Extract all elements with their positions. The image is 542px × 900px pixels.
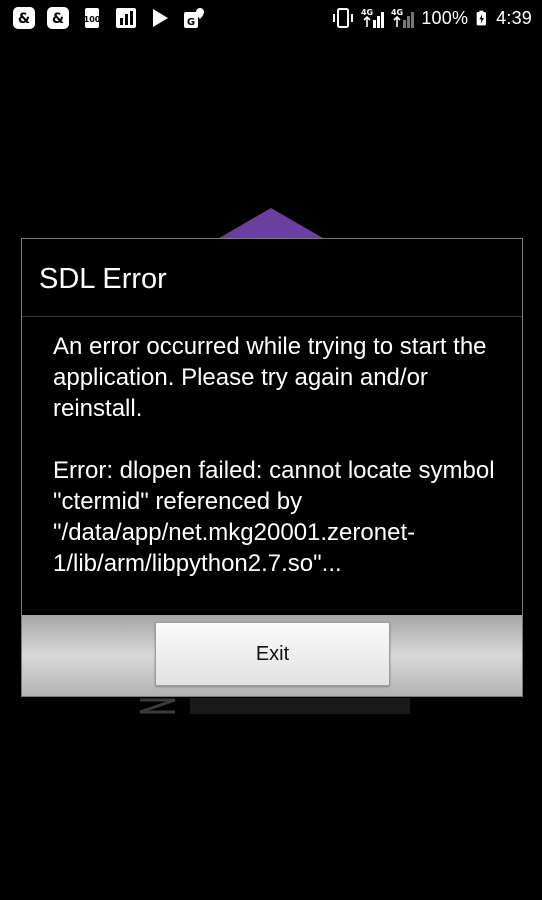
- stats-icon: [116, 8, 136, 28]
- status-bar: & & 100 G 4G 4G 100% 4:39: [0, 0, 542, 38]
- signal-4g-icon: 4G: [391, 8, 415, 28]
- battery-charging-icon: [476, 10, 487, 26]
- svg-text:&: &: [18, 11, 30, 27]
- app-s-icon: &: [13, 7, 35, 29]
- dialog-title: SDL Error: [39, 263, 167, 295]
- svg-text:4G: 4G: [361, 8, 373, 17]
- signal-4g-icon: 4G: [361, 8, 385, 28]
- battery-percentage: 100%: [421, 7, 469, 28]
- clock: 4:39: [496, 7, 532, 28]
- vibrate-icon: [333, 8, 354, 28]
- play-store-icon: [153, 9, 168, 27]
- button-bar: Exit: [22, 615, 522, 696]
- exit-button[interactable]: Exit: [155, 622, 390, 686]
- dialog-message: An error occurred while trying to start …: [53, 333, 495, 577]
- svg-text:100: 100: [84, 15, 101, 24]
- notification-icons: & & 100 G: [12, 6, 206, 30]
- title-divider: [22, 316, 522, 317]
- error-dialog: SDL Error An error occurred while trying…: [21, 238, 523, 697]
- app-s-icon: &: [47, 7, 69, 29]
- system-status: 4G 4G 100% 4:39: [331, 5, 532, 31]
- svg-text:4G: 4G: [391, 8, 403, 17]
- screen: & & 100 G 4G 4G 100% 4:39 SDL Error An e…: [0, 0, 542, 900]
- location-g-icon: G: [184, 8, 204, 28]
- speed-100-icon: 100: [84, 8, 101, 28]
- svg-text:G: G: [187, 17, 195, 28]
- svg-text:&: &: [52, 11, 64, 27]
